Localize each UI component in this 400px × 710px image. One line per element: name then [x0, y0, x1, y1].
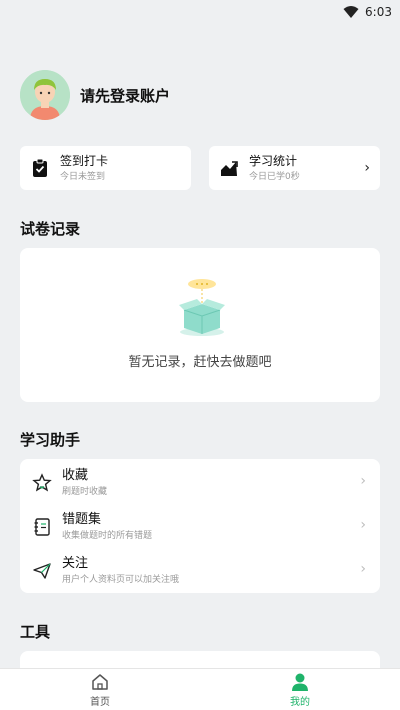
status-time: 6:03 [365, 5, 392, 19]
helper-label: 关注 [62, 556, 89, 571]
clipboard-check-icon [33, 158, 47, 177]
avatar-illustration [20, 70, 70, 120]
stats-title: 学习统计 [249, 153, 298, 168]
stats-card[interactable]: 学习统计 今日已学0秒 › [209, 146, 380, 190]
notebook-icon [34, 518, 50, 536]
login-prompt[interactable]: 请先登录账户 [80, 85, 170, 106]
wifi-icon [343, 6, 359, 18]
bottom-tab-bar: 首页 我的 [0, 668, 400, 710]
helper-item-follow[interactable]: 关注 用户个人资料页可以加关注哦 › [20, 549, 380, 593]
quick-cards: 签到打卡 今日未签到 学习统计 今日已学0秒 › [20, 146, 380, 190]
star-icon [32, 473, 52, 492]
tools-section-title: 工具 [20, 623, 51, 641]
chart-trend-icon [221, 161, 238, 176]
chevron-right-icon: › [360, 517, 366, 533]
avatar[interactable] [20, 70, 70, 120]
stats-subtitle: 今日已学0秒 [249, 171, 300, 182]
empty-records-text: 暂无记录，赶快去做题吧 [128, 355, 272, 370]
home-icon [92, 673, 108, 690]
tab-home[interactable]: 首页 [0, 669, 200, 710]
helper-label: 错题集 [62, 512, 102, 527]
empty-box-icon [179, 279, 225, 336]
helper-label: 收藏 [62, 468, 89, 483]
chevron-right-icon: › [360, 561, 366, 577]
records-card: 暂无记录，赶快去做题吧 [20, 248, 380, 402]
chevron-right-icon: › [360, 473, 366, 489]
user-icon [292, 673, 308, 691]
status-bar: 6:03 [0, 0, 400, 24]
checkin-subtitle: 今日未签到 [60, 171, 106, 182]
records-section-title: 试卷记录 [20, 220, 81, 238]
helper-item-mistakes[interactable]: 错题集 收集做题时的所有错题 › [20, 505, 380, 549]
chevron-right-icon: › [364, 160, 370, 176]
helper-desc: 刷题时收藏 [62, 487, 108, 497]
checkin-card[interactable]: 签到打卡 今日未签到 [20, 146, 191, 190]
tab-mine[interactable]: 我的 [200, 669, 400, 710]
helper-desc: 用户个人资料页可以加关注哦 [62, 575, 180, 585]
tab-home-label: 首页 [90, 696, 110, 708]
tab-mine-label: 我的 [290, 696, 310, 708]
helper-card: 收藏 刷题时收藏 › 错题集 收集做题时的所有错题 › 关注 用户个人资料页可以… [20, 459, 380, 593]
checkin-title: 签到打卡 [60, 153, 109, 168]
helper-item-favorites[interactable]: 收藏 刷题时收藏 › [20, 461, 380, 505]
paper-plane-icon [33, 563, 51, 579]
helper-section-title: 学习助手 [20, 431, 81, 449]
helper-desc: 收集做题时的所有错题 [62, 531, 153, 541]
profile-header[interactable]: 请先登录账户 [20, 70, 170, 120]
